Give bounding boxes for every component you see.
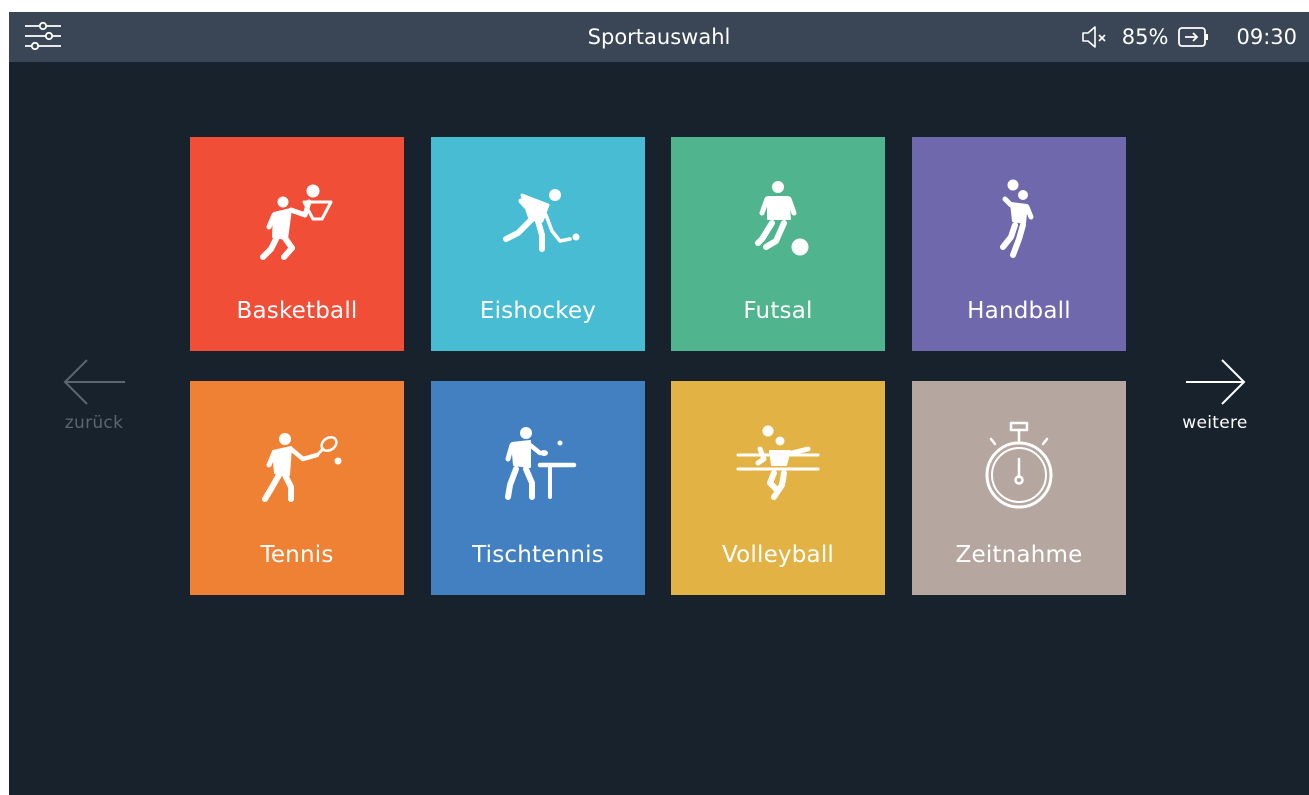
volleyball-icon <box>736 425 820 500</box>
battery-percent: 85% <box>1121 25 1169 49</box>
tile-label: Tennis <box>260 542 334 568</box>
battery-charging-icon <box>1178 27 1209 47</box>
tile-label: Basketball <box>236 298 358 324</box>
tile-eishockey[interactable]: Eishockey <box>431 137 645 351</box>
status-area: 85% 09:30 <box>1080 12 1297 62</box>
tile-label: Volleyball <box>721 542 835 568</box>
stopwatch-icon <box>985 421 1053 509</box>
tile-label: Eishockey <box>479 298 597 324</box>
arrow-right-icon <box>1186 359 1246 405</box>
tile-label: Zeitnahme <box>955 542 1083 568</box>
sliders-icon <box>25 21 61 51</box>
back-button[interactable]: zurück <box>39 357 149 433</box>
clock: 09:30 <box>1236 25 1297 49</box>
top-bar: Sportauswahl 85% 09:30 <box>9 12 1309 62</box>
tile-label: Tischtennis <box>472 542 604 568</box>
volume-muted-icon[interactable] <box>1080 24 1108 50</box>
arrow-left-icon <box>63 359 125 405</box>
next-button[interactable]: weitere <box>1160 357 1270 433</box>
futsal-icon <box>755 181 809 256</box>
tile-handball[interactable]: Handball <box>912 137 1126 351</box>
sport-selection-screen: Sportauswahl 85% 09:30 zurück weitere Ba… <box>9 12 1309 795</box>
back-label: zurück <box>64 413 124 433</box>
tile-tennis[interactable]: Tennis <box>190 381 404 595</box>
tile-basketball[interactable]: Basketball <box>190 137 404 351</box>
ice-hockey-icon <box>503 189 580 252</box>
tile-label: Futsal <box>743 298 813 324</box>
tile-tischtennis[interactable]: Tischtennis <box>431 381 645 595</box>
sport-grid: Basketball Eishockey Futsal Handball Ten… <box>190 137 1127 595</box>
tennis-icon <box>262 433 342 502</box>
table-tennis-icon <box>505 427 577 500</box>
basketball-icon <box>260 184 333 260</box>
handball-icon <box>1000 179 1034 258</box>
tile-volleyball[interactable]: Volleyball <box>671 381 885 595</box>
tile-label: Handball <box>967 298 1071 324</box>
settings-button[interactable] <box>23 18 63 54</box>
tile-zeitnahme[interactable]: Zeitnahme <box>912 381 1126 595</box>
tile-futsal[interactable]: Futsal <box>671 137 885 351</box>
next-label: weitere <box>1182 413 1248 433</box>
